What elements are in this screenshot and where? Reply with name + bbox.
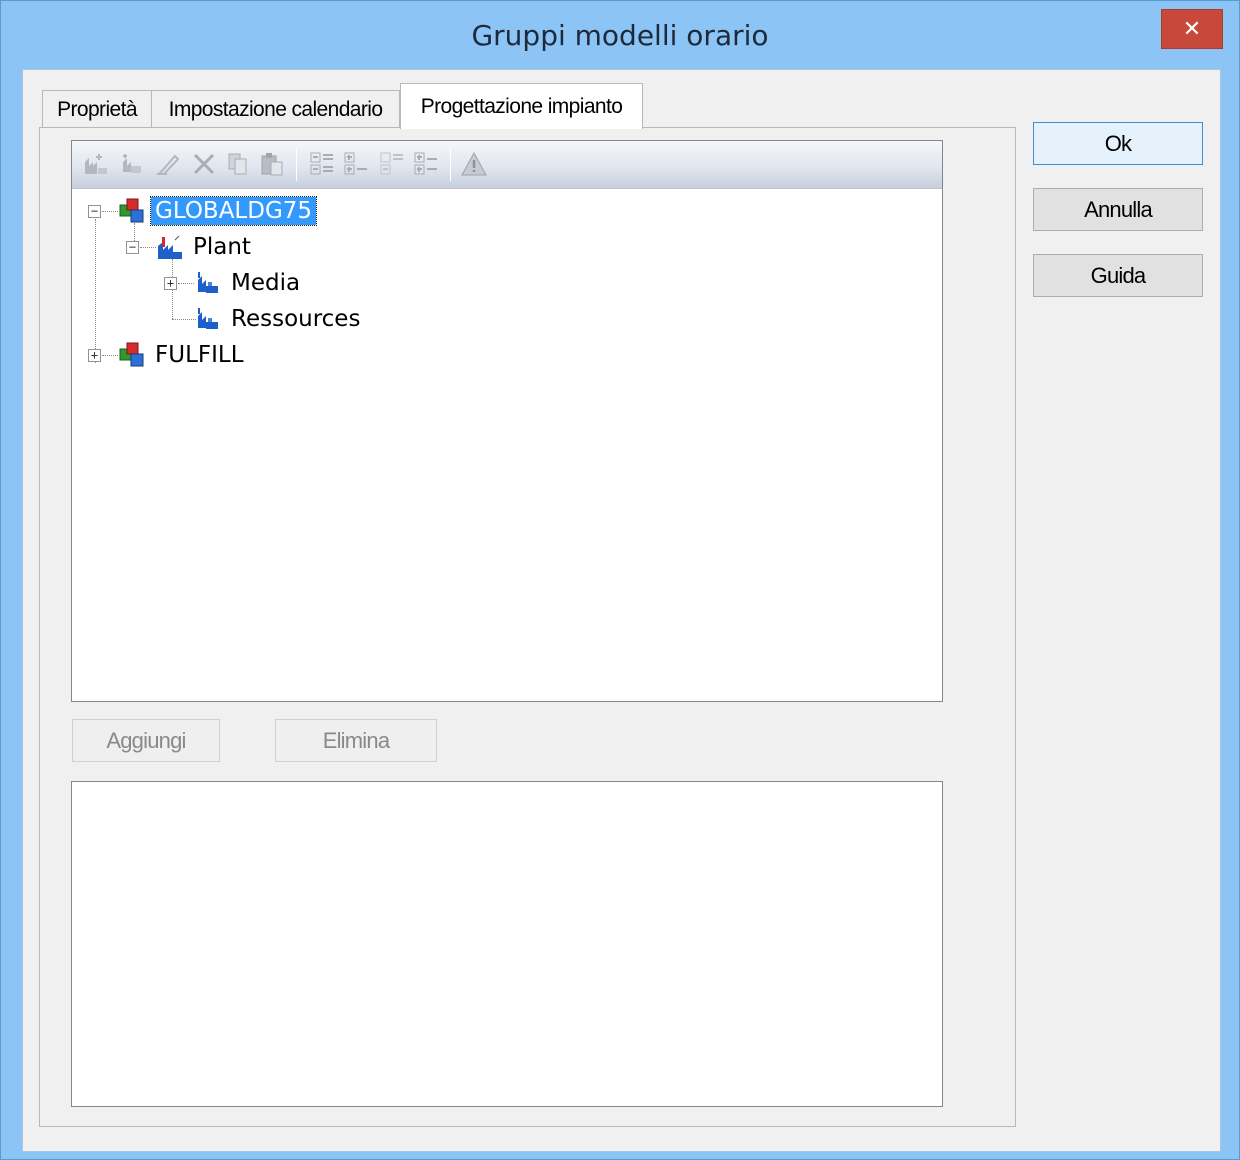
paste-icon[interactable] <box>258 150 286 178</box>
help-button[interactable]: Guida <box>1033 254 1203 297</box>
ok-button-label: Ok <box>1104 130 1132 156</box>
copy-icon[interactable] <box>224 150 252 178</box>
ok-button[interactable]: Ok <box>1033 122 1203 165</box>
tree-node-media[interactable]: + Media <box>164 267 304 299</box>
subplant-icon <box>195 270 221 296</box>
tab-label: Progettazione impianto <box>420 94 623 118</box>
tab-label: Impostazione calendario <box>168 97 383 121</box>
expand-toggle-icon[interactable]: + <box>164 276 177 290</box>
add-button-label: Aggiungi <box>106 727 186 753</box>
subplant-icon <box>195 306 221 332</box>
cancel-button-label: Annulla <box>1084 196 1153 222</box>
delete-icon[interactable] <box>190 150 218 178</box>
details-list[interactable] <box>71 781 943 1107</box>
expand-icon[interactable] <box>378 150 406 178</box>
tree-node-label: Ressources <box>231 306 361 332</box>
tree-node-globaldg75[interactable]: − GLOBALDG75 <box>88 195 318 227</box>
add-subplant-icon[interactable] <box>118 150 146 178</box>
expand-all-icon[interactable] <box>308 150 336 178</box>
warning-icon[interactable] <box>460 150 488 178</box>
plant-group-icon <box>119 342 145 368</box>
tree-node-plant[interactable]: − Plant <box>126 231 255 263</box>
tree-node-label: Media <box>231 270 301 296</box>
toolbar-separator <box>296 149 297 181</box>
tab-progettazione-impianto[interactable]: Progettazione impianto <box>400 83 643 129</box>
toolbar-separator <box>450 149 451 181</box>
close-icon: ✕ <box>1182 16 1202 41</box>
dialog-client-area: Proprietà Impostazione calendario Proget… <box>22 69 1221 1152</box>
tab-proprieta[interactable]: Proprietà <box>42 90 152 128</box>
collapse-all-icon[interactable] <box>412 150 440 178</box>
dialog-window: Gruppi modelli orario ✕ Proprietà Impost… <box>0 0 1240 1160</box>
tree-node-ressources[interactable]: Ressources <box>164 303 364 335</box>
add-button[interactable]: Aggiungi <box>72 719 220 762</box>
delete-button[interactable]: Elimina <box>275 719 437 762</box>
tree-node-label: GLOBALDG75 <box>149 196 318 226</box>
tab-panel: − GLOBALDG75 − Plant + Media Ressources … <box>39 127 1016 1127</box>
collapse-icon[interactable] <box>342 150 370 178</box>
tree-node-label: FULFILL <box>155 342 244 368</box>
add-plant-icon[interactable] <box>82 150 110 178</box>
tree-node-label: Plant <box>193 234 251 260</box>
expand-toggle-icon[interactable]: + <box>88 348 101 362</box>
collapse-toggle-icon[interactable]: − <box>126 240 139 254</box>
tree-toolbar <box>72 141 942 189</box>
window-title: Gruppi modelli orario <box>471 19 769 52</box>
delete-button-label: Elimina <box>322 727 390 753</box>
tree-node-fulfill[interactable]: + FULFILL <box>88 339 248 371</box>
plant-tree-view[interactable]: − GLOBALDG75 − Plant + Media Ressources … <box>71 140 943 702</box>
tab-label: Proprietà <box>57 97 137 121</box>
cancel-button[interactable]: Annulla <box>1033 188 1203 231</box>
plant-icon <box>157 234 183 260</box>
edit-icon[interactable] <box>154 150 182 178</box>
tab-impostazione-calendario[interactable]: Impostazione calendario <box>151 90 400 128</box>
close-button[interactable]: ✕ <box>1161 9 1223 49</box>
help-button-label: Guida <box>1090 262 1147 288</box>
collapse-toggle-icon[interactable]: − <box>88 204 101 218</box>
title-bar[interactable]: Gruppi modelli orario ✕ <box>1 1 1239 63</box>
plant-group-icon <box>119 198 145 224</box>
